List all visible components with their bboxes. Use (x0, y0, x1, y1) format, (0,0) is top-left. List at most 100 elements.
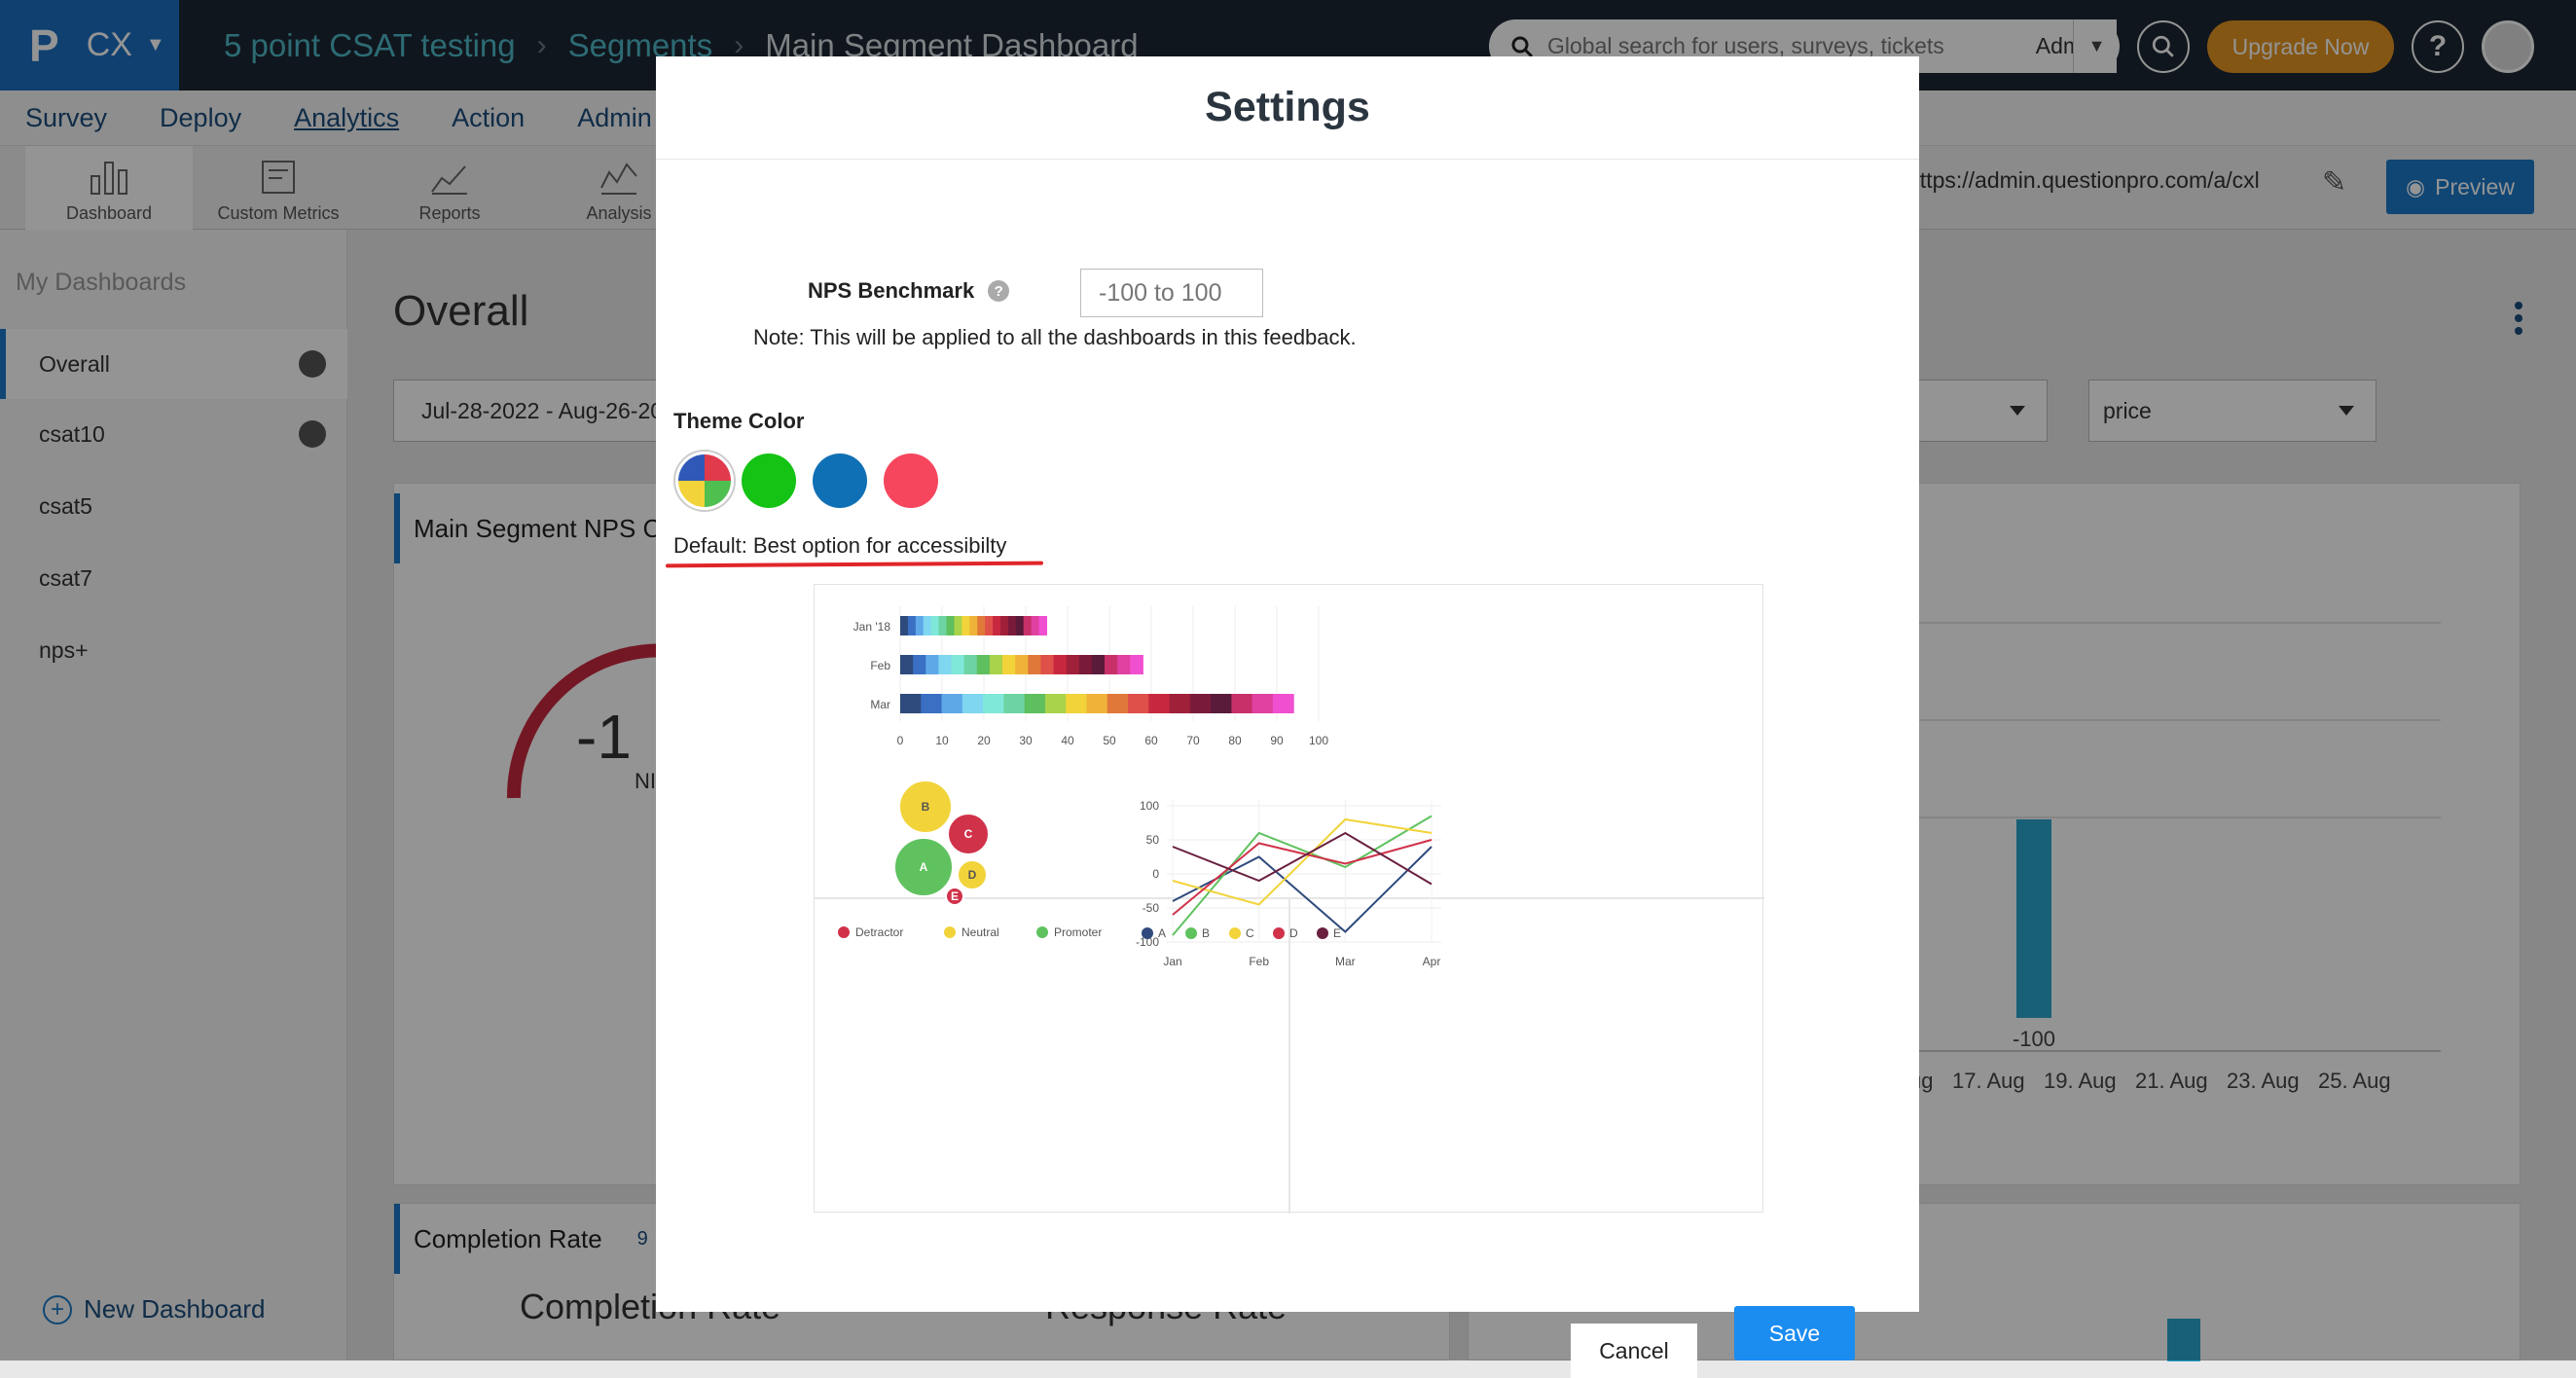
nps-benchmark-input[interactable] (1080, 269, 1263, 317)
y-tick-label: 100 (1140, 799, 1159, 813)
multicolor-swatch-icon (678, 454, 731, 507)
bar-segment (1107, 694, 1129, 713)
cancel-button[interactable]: Cancel (1571, 1324, 1697, 1378)
legend-marker (1229, 927, 1241, 939)
bar-segment (1128, 694, 1149, 713)
bar-segment (1252, 694, 1274, 713)
bar-segment (1078, 655, 1093, 674)
bar-segment (1148, 694, 1171, 713)
legend-label: E (1333, 926, 1341, 940)
bar-segment (1015, 655, 1029, 674)
legend-marker (1142, 927, 1153, 939)
bar-segment (1231, 694, 1253, 713)
bar-segment (1117, 655, 1131, 674)
nps-benchmark-label: NPS Benchmark ? (808, 278, 1010, 304)
bar-segment (1023, 616, 1033, 635)
modal-title: Settings (1205, 84, 1370, 130)
bar-segment (951, 655, 965, 674)
line-chart: 100500-50-100Jan Feb Mar AprA B C D E (1136, 799, 1441, 968)
bar-segment (915, 616, 925, 635)
theme-color-label: Theme Color (673, 409, 805, 433)
stacked-bar-chart: 0 10 20 30 40 50 60 70 80 90 100 Jan '18 Feb Mar (853, 606, 1328, 747)
bar-segment (1031, 616, 1040, 635)
category-label: Feb (870, 659, 890, 672)
x-tick-label: 70 (1186, 734, 1200, 747)
theme-swatch-green[interactable] (742, 453, 796, 508)
legend-label: Promoter (1054, 925, 1102, 939)
bubble-label: B (922, 800, 930, 814)
legend-label: B (1202, 926, 1210, 940)
y-tick-label: -50 (1143, 901, 1160, 915)
bar-segment (907, 616, 917, 635)
theme-swatch-red[interactable] (884, 453, 938, 508)
bar-segment (954, 616, 962, 635)
x-tick-label: 90 (1270, 734, 1284, 747)
bar-segment (938, 655, 953, 674)
legend-label: Neutral (961, 925, 999, 939)
bar-segment (1105, 655, 1118, 674)
theme-preview: 0 10 20 30 40 50 60 70 80 90 100 Jan '18 Feb Mar B C A D… (814, 584, 1764, 1214)
bar-segment (1040, 655, 1055, 674)
legend-label: Detractor (855, 925, 903, 939)
bar-segment (930, 616, 940, 635)
category-label: Jan '18 (853, 620, 891, 634)
bar-segment (1024, 694, 1046, 713)
bar-segment (989, 655, 1003, 674)
save-button[interactable]: Save (1734, 1306, 1855, 1360)
bar-segment (1066, 655, 1080, 674)
theme-swatch-default[interactable] (673, 450, 736, 512)
nps-benchmark-note: Note: This will be applied to all the da… (753, 325, 1357, 349)
bar-segment (946, 616, 955, 635)
settings-modal: Settings NPS Benchmark ? Note: This will… (656, 56, 1919, 1378)
bar-segment (1091, 655, 1106, 674)
bar-segment (938, 616, 948, 635)
modal-header: Settings (656, 56, 1919, 160)
bar-segment (983, 694, 1004, 713)
x-tick-label: 50 (1103, 734, 1116, 747)
bar-segment (1086, 694, 1108, 713)
bar-segment (1130, 655, 1143, 674)
bar-segment (923, 616, 932, 635)
bar-segment (1003, 694, 1026, 713)
theme-default-description: Default: Best option for accessibilty (673, 533, 1007, 558)
bar-segment (976, 655, 991, 674)
bar-segment (1028, 655, 1041, 674)
bar-segment (925, 655, 939, 674)
legend-marker (838, 926, 850, 938)
x-tick-label: Apr (1423, 955, 1441, 968)
modal-body: NPS Benchmark ? Note: This will be appli… (656, 160, 1919, 1378)
category-label: Mar (870, 698, 890, 711)
bar-segment (1189, 694, 1212, 713)
series-line-e (1172, 831, 1433, 886)
y-tick-label: 0 (1152, 867, 1159, 881)
theme-preview-charts: 0 10 20 30 40 50 60 70 80 90 100 Jan '18 Feb Mar B C A D… (815, 606, 1764, 1214)
y-tick-label: 50 (1146, 833, 1160, 847)
bar-segment (1015, 616, 1025, 635)
bubble-label: E (951, 889, 959, 903)
x-tick-label: 0 (897, 734, 904, 747)
bar-segment (1053, 655, 1068, 674)
bar-segment (999, 616, 1009, 635)
bar-segment (1007, 616, 1017, 635)
help-icon[interactable]: ? (988, 280, 1010, 302)
x-tick-label: Feb (1249, 955, 1269, 968)
x-tick-label: 100 (1309, 734, 1328, 747)
legend-marker (1185, 927, 1197, 939)
bar-segment (913, 655, 926, 674)
bar-segment (1066, 694, 1087, 713)
bar-segment (900, 655, 914, 674)
theme-swatch-blue[interactable] (813, 453, 867, 508)
bubble-label: A (920, 860, 928, 874)
x-tick-label: 60 (1144, 734, 1158, 747)
legend-label: D (1289, 926, 1298, 940)
x-tick-label: 10 (935, 734, 949, 747)
bar-segment (1002, 655, 1016, 674)
bar-segment (961, 694, 984, 713)
bar-segment (969, 616, 978, 635)
bubble-label: D (968, 868, 977, 882)
x-tick-label: 20 (977, 734, 991, 747)
red-underline-annotation (665, 561, 1044, 568)
bar-segment (1038, 616, 1047, 635)
legend-marker (1317, 927, 1328, 939)
x-tick-label: 30 (1019, 734, 1033, 747)
